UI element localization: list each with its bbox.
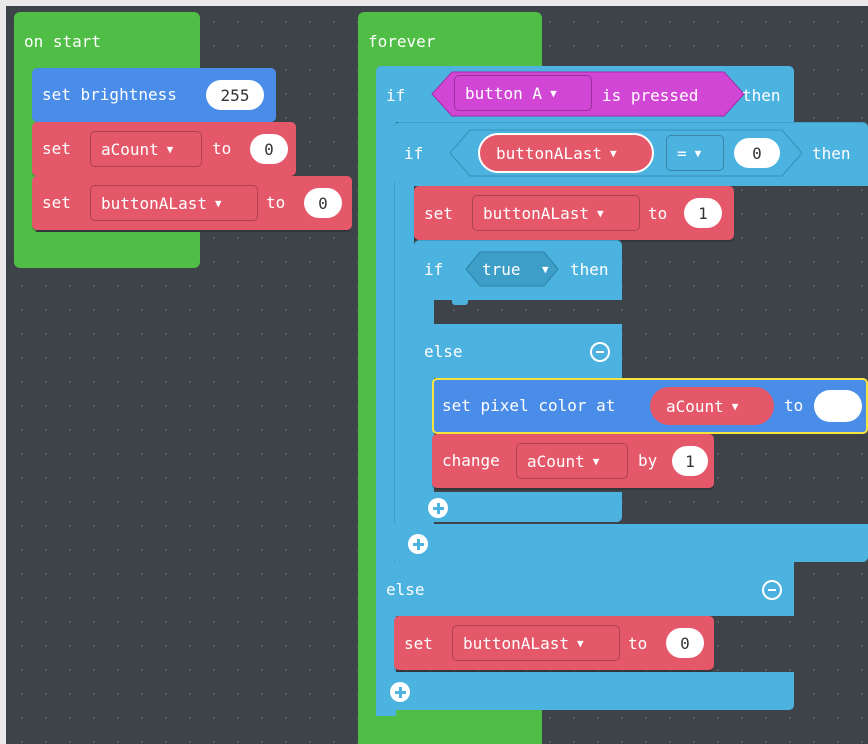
if-inner-arm [394, 182, 414, 562]
forever-label: forever [368, 32, 436, 51]
else-outer-bar[interactable] [376, 562, 794, 616]
button-select-dropdown[interactable]: button A ▼ [454, 75, 592, 111]
buttonalast-value: 1 [698, 203, 708, 223]
if-outer-arm [376, 116, 396, 716]
by-keyword: by [638, 451, 658, 470]
variable-name: aCount [527, 451, 585, 471]
buttonalast-value-input[interactable]: 0 [304, 188, 342, 218]
acount-value-input[interactable]: 0 [250, 134, 288, 164]
true-value: true [482, 260, 521, 279]
set-acount-block[interactable]: set aCount ▼ to 0 [32, 122, 296, 176]
operator-dropdown[interactable]: = ▼ [666, 135, 724, 171]
buttonalast-variable-dropdown[interactable]: buttonALast ▼ [472, 195, 640, 231]
buttonalast-variable-dropdown[interactable]: buttonALast ▼ [90, 185, 258, 221]
then-keyword: then [812, 144, 851, 163]
caret-down-icon: ▼ [596, 206, 604, 220]
to-keyword: to [212, 139, 232, 158]
variable-name: aCount [101, 139, 159, 159]
caret-down-icon: ▼ [694, 146, 702, 160]
compare-value-input[interactable]: 0 [734, 138, 780, 168]
workspace-canvas[interactable]: on start set brightness 255 set aCount ▼ … [6, 6, 868, 744]
set-buttonalast-0-block[interactable]: set buttonALast ▼ to 0 [394, 616, 714, 670]
caret-down-icon: ▼ [592, 454, 600, 468]
variable-name: buttonALast [463, 633, 569, 653]
add-else-if-icon[interactable] [428, 498, 448, 518]
variable-name: aCount [666, 396, 724, 416]
set-buttonalast-1-block[interactable]: set buttonALast ▼ to 1 [414, 186, 734, 240]
empty-slot-notch [452, 300, 468, 305]
brightness-value-input[interactable]: 255 [206, 80, 264, 110]
else-keyword: else [424, 342, 463, 361]
change-keyword: change [442, 451, 500, 470]
acount-variable-reporter[interactable]: aCount ▼ [650, 387, 774, 425]
button-name: button A [465, 83, 543, 103]
if-keyword: if [404, 144, 424, 163]
operator-symbol: = [677, 143, 687, 163]
caret-down-icon: ▼ [542, 263, 549, 276]
buttonalast-variable-reporter[interactable]: buttonALast ▼ [478, 133, 654, 173]
on-start-footer [14, 232, 200, 268]
buttonalast-value-input[interactable]: 0 [666, 628, 704, 658]
buttonalast-value-input[interactable]: 1 [684, 198, 722, 228]
buttonalast-variable-dropdown[interactable]: buttonALast ▼ [452, 625, 620, 661]
then-keyword: then [742, 86, 781, 105]
caret-down-icon: ▼ [166, 142, 174, 156]
to-keyword: to [784, 396, 804, 415]
set-brightness-label: set brightness [42, 85, 177, 104]
else-keyword: else [386, 580, 425, 599]
color-picker-input[interactable] [814, 390, 862, 422]
buttonalast-value: 0 [680, 633, 690, 653]
to-keyword: to [266, 193, 286, 212]
if-outer-footer [376, 672, 794, 710]
set-pixel-color-label: set pixel color at [442, 396, 616, 415]
set-brightness-block[interactable]: set brightness 255 [32, 68, 276, 122]
set-keyword: set [424, 204, 453, 223]
change-value-input[interactable]: 1 [672, 446, 708, 476]
buttonalast-value: 0 [318, 193, 328, 213]
then-keyword: then [570, 260, 609, 279]
on-start-label: on start [24, 32, 102, 51]
change-acount-block[interactable]: change aCount ▼ by 1 [432, 434, 714, 488]
acount-variable-dropdown[interactable]: aCount ▼ [516, 443, 628, 479]
variable-name: buttonALast [101, 193, 207, 213]
caret-down-icon: ▼ [214, 196, 222, 210]
remove-else-icon[interactable] [762, 580, 782, 600]
to-keyword: to [648, 204, 668, 223]
set-buttonalast-block[interactable]: set buttonALast ▼ to 0 [32, 176, 352, 230]
caret-down-icon: ▼ [609, 146, 617, 160]
variable-name: buttonALast [483, 203, 589, 223]
compare-value: 0 [752, 143, 762, 163]
if-keyword: if [386, 86, 406, 105]
to-keyword: to [628, 634, 648, 653]
add-else-if-icon[interactable] [390, 682, 410, 702]
caret-down-icon: ▼ [550, 86, 557, 100]
if-inner-footer [394, 524, 868, 562]
change-value: 1 [685, 451, 695, 471]
set-keyword: set [42, 139, 71, 158]
add-else-if-icon[interactable] [408, 534, 428, 554]
variable-name: buttonALast [496, 143, 602, 163]
if-keyword: if [424, 260, 444, 279]
brightness-value: 255 [220, 85, 250, 105]
set-keyword: set [404, 634, 433, 653]
is-pressed-label: is pressed [602, 86, 699, 105]
caret-down-icon: ▼ [576, 636, 584, 650]
remove-else-icon[interactable] [590, 342, 610, 362]
caret-down-icon: ▼ [731, 399, 739, 413]
set-pixel-color-block[interactable]: set pixel color at aCount ▼ to [432, 378, 868, 434]
acount-variable-dropdown[interactable]: aCount ▼ [90, 131, 202, 167]
acount-value: 0 [264, 139, 274, 159]
set-keyword: set [42, 193, 71, 212]
